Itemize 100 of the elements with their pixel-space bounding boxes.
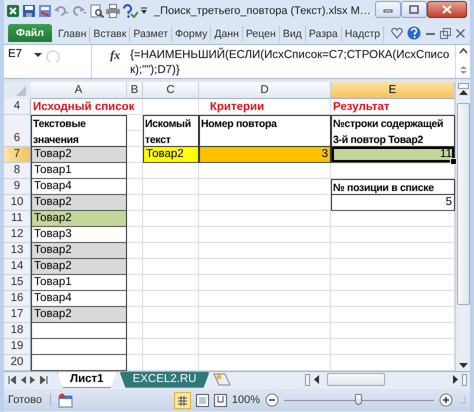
- column-heading: Искомый текст: [143, 115, 199, 147]
- printer-icon[interactable]: [106, 4, 120, 18]
- row-header[interactable]: 17: [4, 307, 31, 323]
- insert-sheet-icon[interactable]: [212, 372, 232, 387]
- scrollbar-thumb[interactable]: [327, 373, 386, 386]
- column-header[interactable]: B: [127, 82, 143, 99]
- save-icon[interactable]: [22, 4, 36, 18]
- close-icon: [442, 4, 452, 14]
- restore-icon[interactable]: [440, 28, 451, 38]
- scroll-right-arrow-icon[interactable]: [453, 375, 458, 384]
- sheet-tab[interactable]: EXCEL2.RU: [120, 372, 210, 388]
- zoom-level[interactable]: 100%: [232, 394, 260, 406]
- section-title: Результат: [332, 100, 390, 115]
- table-cell: Товар2: [143, 147, 199, 163]
- page-layout-icon[interactable]: [196, 394, 209, 406]
- split-handle-icon[interactable]: [458, 83, 468, 89]
- formula-field[interactable]: {=НАИМЕНЬШИЙ(ЕСЛИ(ИсхСписок=C7;СТРОКА(ИсхСписок);"");D7)}: [126, 45, 456, 78]
- table-cell: Товар1: [31, 275, 127, 291]
- row-header[interactable]: 4: [4, 99, 31, 115]
- table-cell: 3: [199, 147, 331, 163]
- split-handle-icon[interactable]: [462, 374, 467, 386]
- row-header[interactable]: 6: [4, 115, 31, 147]
- row-header[interactable]: 13: [4, 243, 31, 259]
- table-cell: Товар2: [31, 195, 127, 211]
- ribbon-tab[interactable]: Размет: [130, 26, 172, 42]
- ribbon-tab[interactable]: Данн: [211, 26, 243, 42]
- macro-record-icon[interactable]: [58, 392, 73, 408]
- scrollbar-thumb[interactable]: [456, 103, 470, 305]
- first-sheet-icon[interactable]: [8, 376, 16, 384]
- ribbon-tab[interactable]: Рецен: [242, 26, 280, 42]
- column-header[interactable]: E: [331, 82, 455, 99]
- table-cell: Товар3: [31, 227, 127, 243]
- insert-function-button[interactable]: fx: [104, 47, 126, 63]
- row-header[interactable]: 7: [4, 147, 31, 163]
- zoom-in-icon[interactable]: [439, 393, 453, 407]
- slider-thumb[interactable]: [355, 394, 362, 405]
- column-heading: №строки содержащей 3-й повтор Товар2: [331, 115, 455, 147]
- close-icon[interactable]: [455, 28, 466, 38]
- scroll-arrows-icon[interactable]: [458, 65, 468, 75]
- row-header[interactable]: 16: [4, 291, 31, 307]
- normal-view-icon[interactable]: [174, 392, 191, 408]
- column-header[interactable]: C: [143, 82, 199, 99]
- row-header[interactable]: 15: [4, 275, 31, 291]
- form-icon[interactable]: [38, 4, 52, 18]
- scroll-left-arrow-icon[interactable]: [314, 375, 320, 384]
- table-cell: 5: [331, 195, 455, 211]
- row-header[interactable]: 20: [4, 355, 31, 371]
- next-sheet-icon[interactable]: [30, 376, 36, 384]
- row-header[interactable]: 11: [4, 211, 31, 227]
- table-cell: Товар1: [31, 163, 127, 179]
- maximize-button[interactable]: [400, 0, 427, 18]
- heart-icon[interactable]: [391, 27, 403, 39]
- ribbon-tab[interactable]: Разра: [306, 26, 342, 42]
- ribbon-tab[interactable]: Вид: [280, 26, 306, 42]
- table-cell: Товар2: [31, 211, 127, 227]
- table-cell: 11: [331, 147, 455, 163]
- column-header[interactable]: D: [199, 82, 331, 99]
- window-title: _Поиск_третьего_повтора (Текст).xlsx M…: [154, 5, 371, 17]
- table-cell: Товар2: [31, 307, 127, 323]
- row-header[interactable]: 19: [4, 339, 31, 355]
- split-handle-icon[interactable]: [305, 374, 310, 386]
- minimize-button[interactable]: [374, 0, 401, 18]
- resize-grip-icon: [458, 396, 466, 404]
- table-cell: Товар4: [31, 291, 127, 307]
- ribbon-tab[interactable]: Форму: [172, 26, 212, 42]
- help-icon[interactable]: [407, 26, 421, 40]
- last-sheet-icon[interactable]: [40, 376, 48, 384]
- print-preview-icon[interactable]: [90, 4, 104, 18]
- maximize-icon: [408, 4, 419, 14]
- file-tab[interactable]: Файл: [8, 24, 52, 42]
- row-header[interactable]: 9: [4, 179, 31, 195]
- column-header[interactable]: A: [31, 82, 127, 99]
- section-title: Исходный список: [32, 100, 136, 115]
- page-break-icon[interactable]: [214, 394, 227, 406]
- status-text: Готово: [8, 394, 51, 406]
- table-cell: Товар4: [31, 179, 127, 195]
- row-header[interactable]: 8: [4, 163, 31, 179]
- table-cell: Товар2: [31, 243, 127, 259]
- row-header[interactable]: 18: [4, 323, 31, 339]
- row-header[interactable]: 12: [4, 227, 31, 243]
- zoom-out-icon[interactable]: [265, 393, 279, 407]
- column-heading: № позиции в списке: [331, 179, 455, 195]
- close-button[interactable]: [426, 0, 467, 18]
- spreadsheet-app-icon: [6, 4, 20, 18]
- name-box[interactable]: E7: [4, 45, 92, 78]
- row-header[interactable]: 14: [4, 259, 31, 275]
- ribbon-tab[interactable]: Вставк: [90, 26, 130, 42]
- table-cell: Товар2: [31, 147, 127, 163]
- ribbon-tab[interactable]: Главн: [54, 26, 90, 42]
- scroll-down-arrow-icon[interactable]: [458, 363, 468, 369]
- sheet-tab[interactable]: Лист1: [57, 372, 117, 388]
- ribbon-tab[interactable]: Надстр: [342, 26, 384, 42]
- previous-sheet-icon[interactable]: [20, 376, 26, 384]
- spelling-icon[interactable]: [122, 4, 138, 18]
- scroll-up-arrow-icon[interactable]: [458, 89, 468, 95]
- column-heading: Номер повтора: [199, 115, 331, 147]
- section-title: Критерии: [208, 100, 266, 115]
- table-cell: Товар2: [31, 259, 127, 275]
- zoom-slider[interactable]: [284, 394, 434, 406]
- row-header[interactable]: 10: [4, 195, 31, 211]
